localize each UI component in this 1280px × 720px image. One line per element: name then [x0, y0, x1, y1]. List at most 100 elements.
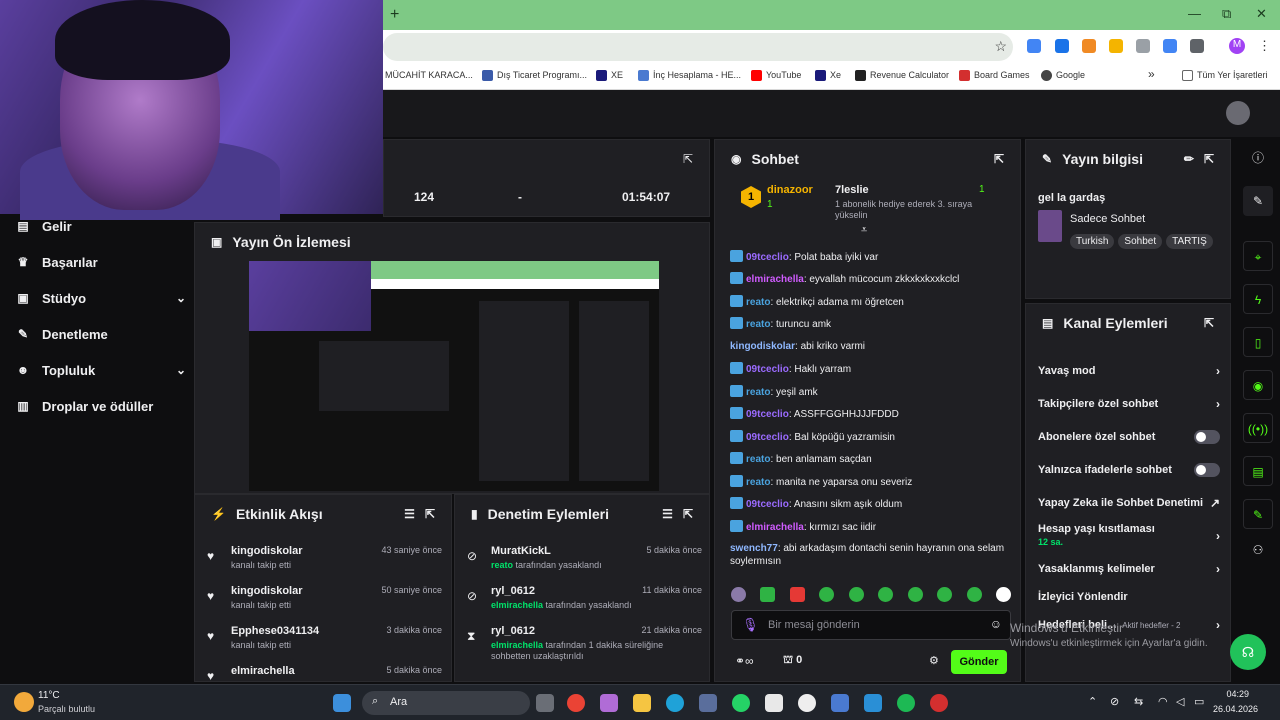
windows-start-icon[interactable]	[333, 694, 351, 712]
chat-username[interactable]: reato	[746, 477, 770, 488]
chat-username[interactable]: 09tceclio	[746, 364, 789, 375]
broadcast-icon[interactable]: ((•))	[1243, 413, 1273, 443]
weather-temp[interactable]: 11°C	[38, 690, 60, 701]
microphone-icon[interactable]: 🎙	[742, 617, 759, 633]
popout-icon[interactable]: ⇱	[994, 152, 1004, 166]
filter-icon[interactable]: ☰	[404, 507, 415, 521]
popout-icon[interactable]: ⇱	[1204, 152, 1214, 166]
emote-icon[interactable]	[731, 587, 746, 602]
extension-icon[interactable]	[1082, 39, 1096, 53]
bookmark-item[interactable]: XE	[596, 70, 623, 82]
community-icon[interactable]: ⚇	[1243, 535, 1273, 565]
explorer-icon[interactable]	[633, 694, 651, 712]
menu-icon[interactable]: ⋮	[1258, 38, 1271, 54]
minimize-icon[interactable]: —	[1188, 6, 1201, 21]
filter-icon[interactable]: ☰	[662, 507, 673, 521]
mic-off-icon[interactable]: ⊘	[1110, 695, 1119, 708]
action-ai-moderation[interactable]: Yapay Zeka ile Sohbet Denetimi ↗	[1038, 492, 1220, 514]
action-banned-words[interactable]: Yasaklanmış kelimeler ›	[1038, 558, 1220, 580]
sidebar-item-topluluk[interactable]: ☻ Topluluk ⌄	[16, 352, 186, 388]
avatar[interactable]	[1226, 101, 1250, 125]
puzzle-icon[interactable]	[1190, 39, 1204, 53]
chat-username[interactable]: kingodiskolar	[730, 341, 795, 352]
clock-date[interactable]: 26.04.2026	[1206, 704, 1258, 714]
emote-icon[interactable]	[907, 587, 923, 602]
chat-username[interactable]: 09tceclio	[746, 252, 789, 263]
pencil-icon[interactable]: ✎	[1243, 186, 1273, 216]
extension-icon[interactable]	[1163, 39, 1177, 53]
translate-icon[interactable]	[1027, 39, 1041, 53]
chat-input[interactable]: 🎙 Bir mesaj gönderin ☺	[731, 610, 1011, 640]
network-icon[interactable]: ⇆	[1134, 695, 1143, 708]
whatsapp-icon[interactable]	[732, 694, 750, 712]
app-icon[interactable]	[798, 694, 816, 712]
action-followers-only[interactable]: Takipçilere özel sohbet ›	[1038, 393, 1220, 415]
chat-username[interactable]: reato	[746, 297, 770, 308]
wrench-icon[interactable]: ✎	[1243, 499, 1273, 529]
chat-username[interactable]: elmirachella	[746, 522, 804, 533]
popout-icon[interactable]: ⇱	[683, 152, 693, 166]
emote-icon[interactable]	[878, 587, 894, 602]
action-slow-mode[interactable]: Yavaş mod ›	[1038, 360, 1220, 382]
emote-icon[interactable]	[966, 587, 982, 602]
clock-time[interactable]: 04:29	[1215, 689, 1249, 699]
stream-preview-video[interactable]	[249, 261, 659, 491]
moderation-icon[interactable]: ▤	[1243, 456, 1273, 486]
extension-icon[interactable]	[1109, 39, 1123, 53]
opera-icon[interactable]	[930, 694, 948, 712]
bookmark-item[interactable]: MÜCAHİT KARACA...	[385, 70, 473, 80]
sidebar-item-denetleme[interactable]: ✎ Denetleme	[16, 316, 186, 352]
emote-icon[interactable]	[995, 587, 1011, 602]
wifi-icon[interactable]: ◠	[1158, 695, 1168, 708]
more-bookmarks-icon[interactable]: »	[1148, 67, 1155, 81]
toggle-switch[interactable]	[1194, 430, 1220, 444]
gear-icon[interactable]: ⚙	[929, 654, 939, 667]
calculator-icon[interactable]	[831, 694, 849, 712]
send-button[interactable]: Gönder	[951, 650, 1007, 674]
taskbar-search[interactable]: ⌕ Ara	[362, 691, 530, 715]
chat-username[interactable]: 09tceclio	[746, 499, 789, 510]
sidebar-item-studyo[interactable]: ▣ Stüdyo ⌄	[16, 280, 186, 316]
url-input[interactable]: ☆	[383, 33, 1013, 61]
bookmark-item[interactable]: Google	[1041, 70, 1085, 82]
emote-icon[interactable]	[819, 587, 835, 602]
document-icon[interactable]: ▯	[1243, 327, 1273, 357]
gift-count[interactable]: ⛫ 0	[783, 654, 802, 668]
target-icon[interactable]: ⌖	[1243, 241, 1273, 271]
extension-icon[interactable]	[1055, 39, 1069, 53]
sidebar-item-basarilar[interactable]: ♛ Başarılar	[16, 244, 186, 280]
edit-icon[interactable]: ✏	[1184, 152, 1194, 166]
chat-username[interactable]: reato	[746, 319, 770, 330]
chrome-icon[interactable]	[567, 694, 585, 712]
bookmark-item[interactable]: YouTube	[751, 70, 801, 82]
action-raid[interactable]: İzleyici Yönlendir	[1038, 586, 1220, 608]
close-icon[interactable]: ✕	[1256, 6, 1267, 22]
popout-icon[interactable]: ⇱	[683, 507, 693, 521]
new-tab-button[interactable]: +	[390, 6, 399, 24]
edge-icon[interactable]	[666, 694, 684, 712]
info-icon[interactable]: ⓘ	[1243, 143, 1273, 173]
star-icon[interactable]: ☆	[994, 38, 1007, 55]
app-icon[interactable]	[765, 694, 783, 712]
chat-icon[interactable]: ◉	[1243, 370, 1273, 400]
chat-username[interactable]: reato	[746, 454, 770, 465]
bookmark-item[interactable]: Xe	[815, 70, 841, 82]
category-name[interactable]: Sadece Sohbet	[1070, 213, 1145, 225]
chat-username[interactable]: elmirachella	[746, 274, 804, 285]
weather-icon[interactable]	[14, 692, 34, 712]
bolt-icon[interactable]: ϟ	[1243, 284, 1273, 314]
restore-icon[interactable]: ⧉	[1222, 6, 1231, 22]
emote-icon[interactable]	[848, 587, 864, 602]
store-icon[interactable]	[699, 694, 717, 712]
toggle-switch[interactable]	[1194, 463, 1220, 477]
emote-icon[interactable]	[760, 587, 776, 602]
battery-icon[interactable]: ▭	[1194, 695, 1204, 708]
chat-username[interactable]: 09tceclio	[746, 409, 789, 420]
infinity-icon[interactable]: ⚭∞	[735, 654, 754, 668]
popout-icon[interactable]: ⇱	[425, 507, 435, 521]
bookmark-item[interactable]: Revenue Calculator	[855, 70, 949, 82]
emote-icon[interactable]	[789, 587, 805, 602]
volume-icon[interactable]: ◁	[1176, 695, 1184, 708]
spotify-icon[interactable]	[897, 694, 915, 712]
task-view-icon[interactable]	[536, 694, 554, 712]
